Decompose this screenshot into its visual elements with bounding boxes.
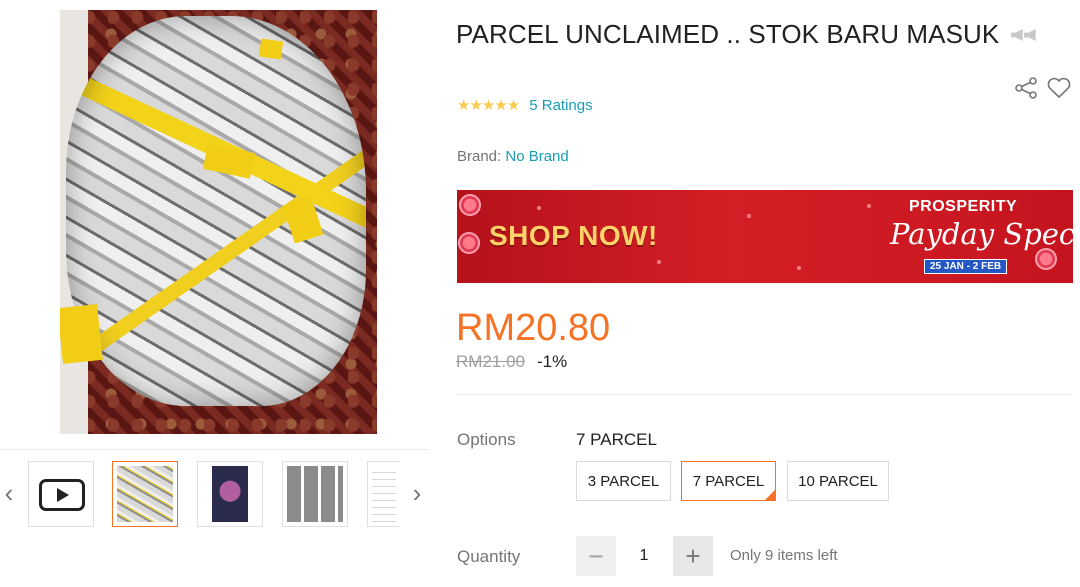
option-7-parcel[interactable]: 7 PARCEL: [681, 461, 776, 501]
banner-dates: 25 JAN - 2 FEB: [924, 259, 1008, 274]
original-price: RM21.00: [456, 352, 525, 371]
option-3-parcel[interactable]: 3 PARCEL: [576, 461, 671, 501]
stock-note: Only 9 items left: [730, 547, 838, 564]
thumbnail-document: [372, 466, 396, 522]
thumbnail-parcel-pile: [117, 466, 173, 522]
coin-decoration: [1035, 248, 1057, 270]
sparkle-decoration: [657, 260, 661, 264]
sparkle-decoration: [537, 206, 541, 210]
product-title: PARCEL UNCLAIMED .. STOK BARU MASUK: [456, 19, 1037, 50]
sparkle-decoration: [867, 204, 871, 208]
coin-decoration: [459, 194, 481, 216]
current-price: RM20.80: [456, 307, 611, 349]
options-label: Options: [457, 430, 516, 449]
options-selected-value: 7 PARCEL: [576, 430, 657, 449]
gallery-prev-arrow-icon[interactable]: ‹: [2, 478, 16, 508]
ratings-link[interactable]: 5 Ratings: [529, 97, 592, 114]
parcel-pile: [66, 16, 366, 406]
quantity-increase-button[interactable]: +: [673, 536, 713, 576]
thumbnail-image[interactable]: [367, 461, 400, 527]
brand-label: Brand:: [457, 148, 502, 165]
yellow-parcel: [258, 38, 284, 60]
section-divider: [456, 394, 1072, 395]
gallery-next-arrow-icon[interactable]: ›: [410, 478, 424, 508]
share-icon[interactable]: [1014, 76, 1038, 100]
quantity-input[interactable]: [620, 536, 668, 576]
thumbnail-image[interactable]: [282, 461, 348, 527]
gallery-divider: [0, 449, 430, 450]
banner-cta: SHOP NOW!: [489, 220, 658, 251]
play-video-icon: [39, 479, 85, 511]
thumbnail-phone-screen: [212, 466, 248, 522]
promo-banner[interactable]: SHOP NOW! PROSPERITY Payday Special 25 J…: [457, 190, 1073, 283]
thumbnail-image[interactable]: [197, 461, 263, 527]
thumbnail-video[interactable]: [28, 461, 94, 527]
yellow-parcel: [60, 304, 103, 364]
sparkle-decoration: [797, 266, 801, 270]
quantity-decrease-button[interactable]: −: [576, 536, 616, 576]
rating-summary: ★★★★★ 5 Ratings: [457, 96, 593, 115]
coin-decoration: [458, 232, 480, 254]
megaphone-icon: [1010, 25, 1037, 45]
rating-stars-icon: ★★★★★: [457, 97, 520, 114]
brand-row: Brand: No Brand: [457, 148, 569, 165]
discount-badge: -1%: [537, 352, 568, 371]
banner-campaign-top: PROSPERITY: [909, 198, 1018, 215]
brand-link[interactable]: No Brand: [505, 148, 568, 165]
banner-campaign-main: Payday Special: [890, 217, 1073, 251]
thumbnail-collage: [287, 466, 343, 522]
thumbnail-image[interactable]: [112, 461, 178, 527]
main-product-image[interactable]: [60, 10, 377, 434]
product-title-text: PARCEL UNCLAIMED .. STOK BARU MASUK: [456, 19, 1000, 49]
quantity-label: Quantity: [457, 547, 521, 566]
option-10-parcel[interactable]: 10 PARCEL: [787, 461, 889, 501]
wishlist-heart-icon[interactable]: [1046, 76, 1072, 100]
sparkle-decoration: [747, 214, 751, 218]
